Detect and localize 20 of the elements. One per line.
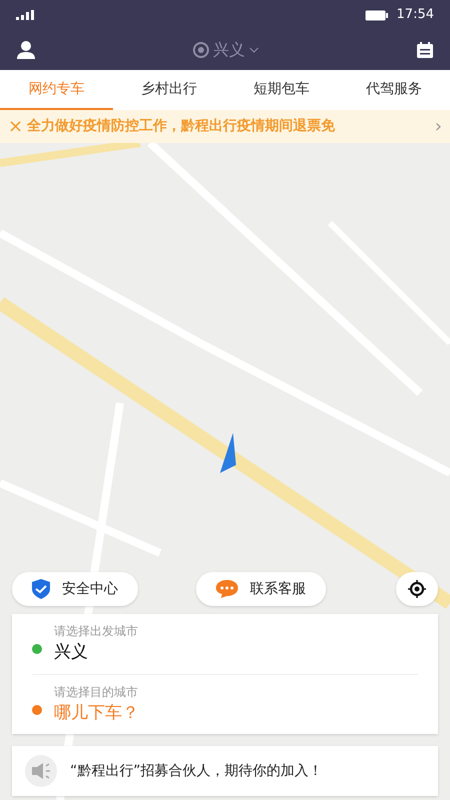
origin-field[interactable]: 请选择出发城市 兴义 (54, 622, 418, 666)
tab[interactable]: 代驾服务 (338, 70, 450, 110)
banner-text: “黔程出行”招募合伙人，期待你的加入！ (70, 762, 323, 780)
user-icon[interactable] (16, 40, 36, 60)
location-icon (193, 42, 209, 58)
signal-icon (16, 10, 36, 20)
tab[interactable]: 短期包车 (225, 70, 338, 110)
chat-bubble-icon (216, 580, 238, 598)
navigation-arrow-icon (220, 433, 236, 473)
status-time: 17:54 (396, 6, 434, 24)
notice-text: 全力做好疫情防控工作，黔程出行疫情期间退票免 (27, 117, 336, 136)
chevron-down-icon (249, 47, 259, 53)
calendar-icon[interactable] (416, 41, 434, 59)
safety-center-button[interactable]: 安全中心 (12, 572, 138, 606)
tab[interactable]: 乡村出行 (112, 70, 225, 110)
speaker-icon (24, 754, 58, 788)
battery-icon (364, 10, 389, 20)
customer-service-button[interactable]: 联系客服 (196, 572, 326, 606)
target-icon (408, 580, 426, 598)
shield-check-icon (32, 579, 50, 599)
